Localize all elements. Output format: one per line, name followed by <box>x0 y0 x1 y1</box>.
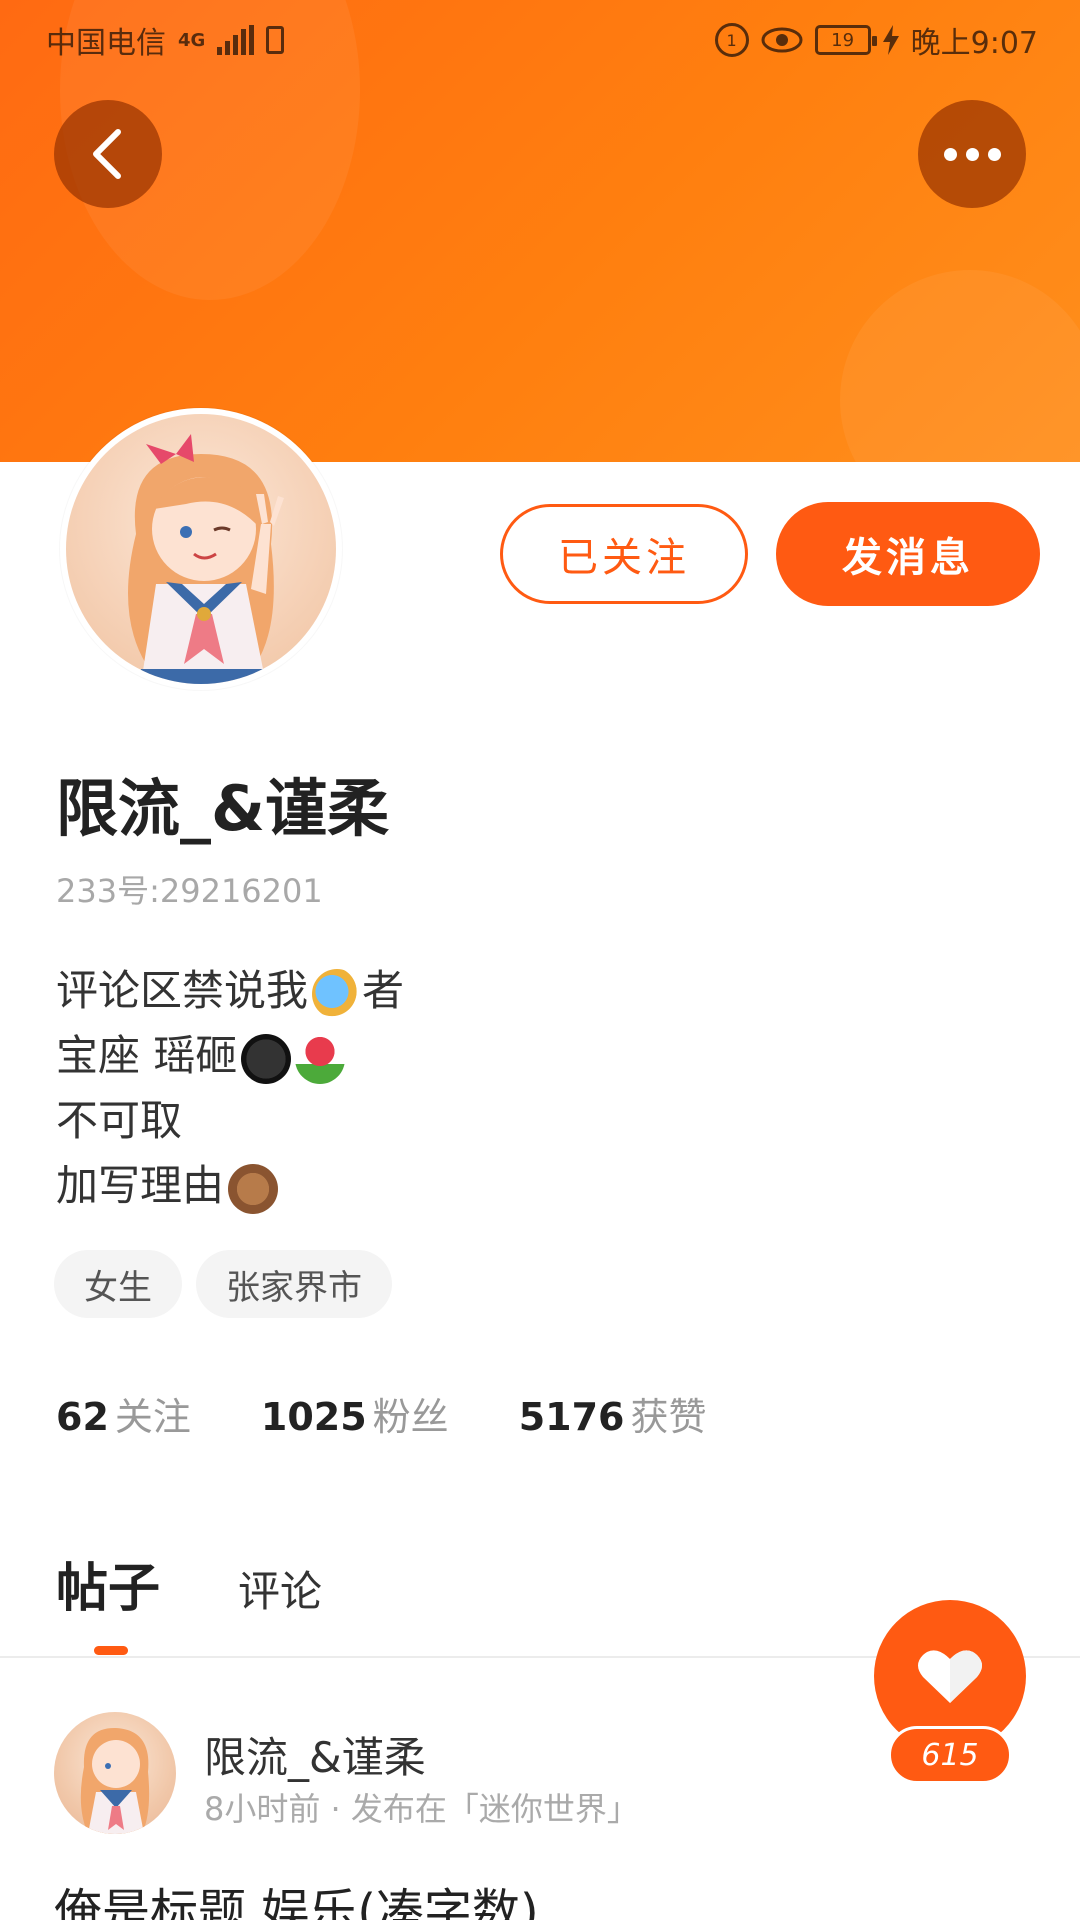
bio-text: 者 <box>362 966 405 1015</box>
sim-icon <box>266 26 285 54</box>
status-bar: 中国电信 4G 1 19 晚上9:07 <box>0 0 1080 80</box>
banner-decoration <box>840 270 1080 462</box>
carrier-name: 中国电信 <box>46 26 166 61</box>
signal-icon <box>217 25 255 55</box>
post-meta: 8小时前 · 发布在「迷你世界」 <box>204 1790 639 1828</box>
bio-line: 评论区禁说我 者 <box>56 958 404 1023</box>
post-author-name[interactable]: 限流_&谨柔 <box>204 1724 426 1785</box>
status-bar-left: 中国电信 4G <box>46 18 285 62</box>
profile-stats: 62 关注 1025 粉丝 5176 获赞 <box>56 1386 706 1441</box>
bio-text: 加写理由 <box>56 1161 225 1210</box>
like-count: 615 <box>888 1726 1012 1784</box>
more-button[interactable] <box>918 100 1026 208</box>
dark-face-emoji-icon <box>241 1033 292 1084</box>
battery-icon: 19 <box>814 25 877 55</box>
post-author-avatar[interactable] <box>54 1712 176 1834</box>
bio-text: 宝座 瑶砸 <box>56 1031 238 1080</box>
tag-location: 张家界市 <box>196 1250 392 1318</box>
back-button[interactable] <box>54 100 162 208</box>
tulip-emoji-icon <box>295 1033 346 1084</box>
following-button[interactable]: 已关注 <box>500 504 748 604</box>
battery-level: 19 <box>831 29 855 51</box>
more-horizontal-icon <box>943 147 1001 161</box>
monkey-emoji-icon <box>228 1163 279 1214</box>
network-type: 4G <box>178 29 206 51</box>
profile-username: 限流_&谨柔 <box>56 772 390 845</box>
chevron-left-icon <box>93 129 121 179</box>
profile-bio: 评论区禁说我 者 宝座 瑶砸 不可取 加写理由 <box>56 958 404 1218</box>
stat-following-label: 关注 <box>114 1395 191 1439</box>
status-bar-right: 1 19 晚上9:07 <box>714 18 1038 62</box>
avatar-illustration <box>128 434 284 684</box>
fishing-emoji-icon <box>312 968 363 1019</box>
stat-followers-label: 粉丝 <box>372 1395 449 1439</box>
active-tab-indicator <box>94 1646 128 1655</box>
bio-text: 评论区禁说我 <box>56 966 309 1015</box>
clock: 晚上9:07 <box>910 26 1038 61</box>
stat-followers-count: 1025 <box>260 1395 367 1439</box>
profile-user-id: 233号:29216201 <box>56 872 323 910</box>
avatar-image <box>66 414 336 684</box>
bio-line: 宝座 瑶砸 <box>56 1023 404 1088</box>
stat-following-count: 62 <box>56 1395 109 1439</box>
post-title[interactable]: 俺是标题 娱乐(凑字数) <box>54 1872 539 1920</box>
heart-icon <box>918 1650 982 1703</box>
tab-comments[interactable]: 评论 <box>238 1558 322 1619</box>
post-avatar-illustration <box>80 1727 150 1834</box>
eye-icon <box>761 27 803 53</box>
stat-following[interactable]: 62 关注 <box>56 1386 191 1441</box>
profile-tabs: 帖子 评论 <box>56 1546 322 1621</box>
bio-line: 不可取 <box>56 1088 404 1153</box>
tag-gender: 女生 <box>54 1250 182 1318</box>
bio-line: 加写理由 <box>56 1153 404 1218</box>
send-message-button[interactable]: 发消息 <box>776 502 1040 606</box>
stat-likes-label: 获赞 <box>630 1395 707 1439</box>
data-saver-icon: 1 <box>714 23 749 57</box>
charging-icon <box>882 25 899 55</box>
bio-text: 不可取 <box>56 1096 183 1145</box>
stat-followers[interactable]: 1025 粉丝 <box>261 1386 449 1441</box>
stat-likes-count: 5176 <box>518 1395 625 1439</box>
stat-likes: 5176 获赞 <box>519 1386 707 1441</box>
profile-tags: 女生 张家界市 <box>54 1250 392 1318</box>
profile-avatar[interactable] <box>60 408 342 690</box>
tab-posts[interactable]: 帖子 <box>56 1546 160 1621</box>
